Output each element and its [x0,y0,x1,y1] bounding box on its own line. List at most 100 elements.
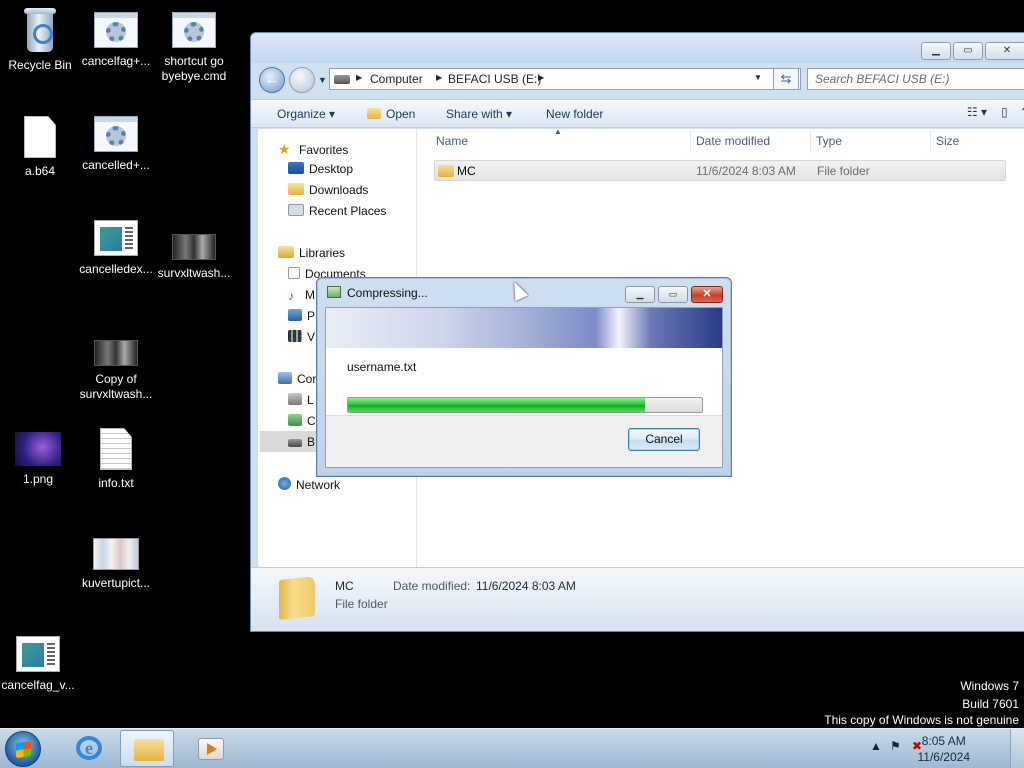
show-hidden-icons-icon[interactable]: ▲ [870,739,882,753]
refresh-button[interactable]: ⇆ [773,68,799,90]
desktop-icon-cancelfag-v[interactable]: cancelfag_v... [0,636,78,693]
column-header-type[interactable]: Type [816,134,842,148]
share-with-button[interactable]: Share with ▾ [446,107,512,121]
nav-computer[interactable]: Cor [278,372,316,386]
desktop-icon-label: info.txt [98,476,134,490]
new-folder-button[interactable]: New folder [546,107,603,121]
search-input[interactable]: Search BEFACI USB (E:) [807,68,1024,90]
nav-libraries[interactable]: Libraries [278,246,345,260]
file-type: File folder [817,164,870,178]
organize-button[interactable]: Organize ▾ [277,107,335,121]
image-thumbnail-icon [94,340,138,366]
dialog-title[interactable]: Compressing... [327,286,428,300]
script-icon [94,116,138,152]
desktop-icon-kuvertupict[interactable]: kuvertupict... [76,534,156,591]
breadcrumb-drive[interactable]: BEFACI USB (E:) [448,72,541,86]
favorites-star-icon: ★ [278,141,291,157]
nav-desktop[interactable]: Desktop [288,162,353,176]
desktop-icon-label: a.b64 [24,164,56,178]
details-name: MC [335,579,354,593]
nav-videos[interactable]: V [288,330,315,344]
address-dropdown-icon[interactable]: ▼ [754,73,762,82]
taskbar-media-player[interactable] [184,730,238,767]
column-header-size[interactable]: Size [936,134,959,148]
desktop-icon-recycle-bin[interactable]: Recycle Bin [0,8,80,73]
desktop-icon-cancelfag[interactable]: cancelfag+... [76,12,156,69]
details-date: 11/6/2024 8:03 AM [476,579,576,593]
image-thumbnail-icon [172,234,216,260]
desktop-icon-info-txt[interactable]: info.txt [76,428,156,491]
show-desktop-button[interactable] [1010,729,1024,768]
nav-favorites[interactable]: ★ Favorites [278,141,348,158]
open-button[interactable]: Open [367,107,415,121]
recycle-bin-icon [23,8,57,52]
open-folder-icon [367,108,381,119]
maximize-button[interactable]: ▭ [953,42,983,60]
minimize-button[interactable]: ▁ [921,42,951,60]
dialog-banner [326,308,722,348]
file-name: MC [457,164,476,178]
desktop-icon-1-png[interactable]: 1.png [0,430,78,487]
desktop-icon-a-b64[interactable]: a.b64 [0,116,80,179]
dialog-body: username.txt Cancel [325,307,723,468]
nav-network[interactable]: Network [278,477,340,492]
script-icon [172,12,216,48]
breadcrumb-computer[interactable]: Computer [370,72,423,86]
app-thumbnail-icon [94,220,138,256]
compressing-dialog: Compressing... ▁ ▭ ✕ username.txt Cancel [316,277,732,477]
table-row[interactable]: MC 11/6/2024 8:03 AM File folder [434,160,1006,181]
cancel-button[interactable]: Cancel [628,428,700,451]
preview-pane-icon[interactable]: ▯ [1001,105,1008,119]
dialog-close-button[interactable]: ✕ [691,286,723,303]
cd-drive-icon [288,414,302,426]
close-button[interactable]: ✕ [985,42,1024,60]
nav-cd-drive[interactable]: C [288,414,316,428]
desktop-icon-survxltwash[interactable]: survxltwash... [154,230,234,281]
breadcrumb-chevron-icon[interactable]: ▶ [538,73,544,82]
column-header-date-modified[interactable]: Date modified [696,134,770,148]
breadcrumb-chevron-icon[interactable]: ▶ [356,73,362,82]
desktop-icon-copy-of-survxltwash[interactable]: Copy of survxltwash... [76,336,156,402]
file-icon [24,116,56,158]
address-box[interactable]: ▶ Computer ▶ BEFACI USB (E:) ▶ ▼ [329,68,801,90]
internet-explorer-icon: e [76,736,102,760]
dialog-footer: Cancel [326,415,722,467]
breadcrumb-chevron-icon[interactable]: ▶ [436,73,442,82]
details-date-label: Date modified: [393,579,471,593]
nav-pictures[interactable]: P [288,309,315,323]
file-date: 11/6/2024 8:03 AM [696,164,796,178]
downloads-folder-icon [288,183,304,195]
recent-pages-dropdown[interactable]: ▼ [318,75,327,85]
forward-button[interactable] [289,67,315,93]
media-player-icon [198,738,224,760]
windows-explorer-icon [134,739,164,761]
desktop-icon-cancelled[interactable]: cancelled+... [76,116,156,173]
clock-date: 11/6/2024 [917,750,971,764]
taskbar-internet-explorer[interactable]: e [62,730,116,767]
nav-downloads[interactable]: Downloads [288,183,368,197]
back-button[interactable]: ← [259,67,285,93]
desktop-icon-label: Recycle Bin [8,58,72,72]
libraries-icon [278,246,294,258]
start-button[interactable] [5,731,41,767]
nav-music[interactable]: ♪ M [288,288,315,303]
nav-local-disk[interactable]: L [288,393,314,407]
desktop-icon-label: survxltwash... [157,266,231,280]
pictures-icon [288,309,302,321]
desktop-icon [288,162,304,174]
taskbar-windows-explorer[interactable] [120,730,174,767]
network-icon [278,477,291,490]
dialog-minimize-button[interactable]: ▁ [625,286,655,303]
column-header-name[interactable]: Name [436,134,468,148]
action-center-icon[interactable]: ⚑ [890,739,901,753]
change-view-icon[interactable]: ☷ ▾ [967,105,987,119]
clock[interactable]: 8:05 AM 11/6/2024 [918,733,971,765]
dialog-maximize-button[interactable]: ▭ [658,286,688,303]
desktop-icon-cancelledex[interactable]: cancelledex... [76,220,156,277]
explorer-titlebar[interactable]: ▁ ▭ ✕ [251,33,1024,63]
local-disk-icon [288,393,302,405]
nav-recent-places[interactable]: Recent Places [288,204,386,218]
drive-icon [334,75,350,84]
desktop-icon-shortcut-go-byebye[interactable]: shortcut go byebye.cmd [154,12,234,84]
desktop-icon-label: kuvertupict... [81,576,151,590]
